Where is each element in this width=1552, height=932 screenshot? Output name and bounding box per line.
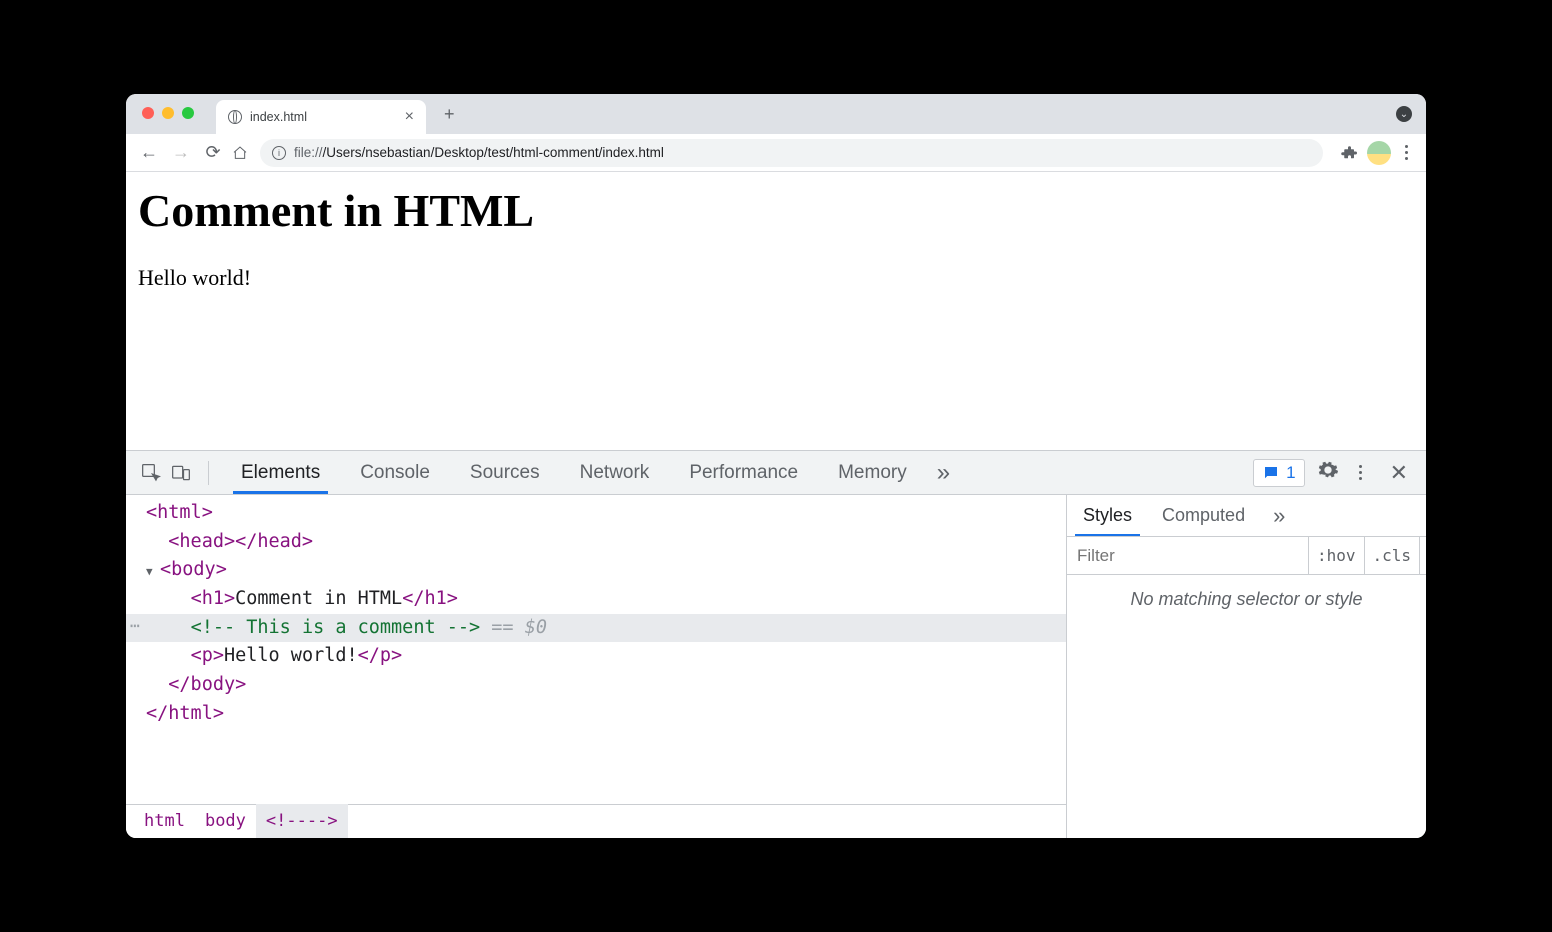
close-window-button[interactable] xyxy=(142,107,154,119)
dom-line[interactable]: <body> xyxy=(126,556,1066,585)
settings-icon[interactable] xyxy=(1317,459,1339,486)
minimize-window-button[interactable] xyxy=(162,107,174,119)
dom-line[interactable]: <h1>Comment in HTML</h1> xyxy=(126,585,1066,614)
tab-strip: index.html × + ⌄ xyxy=(126,94,1426,134)
profile-avatar[interactable] xyxy=(1367,141,1391,165)
window-controls xyxy=(142,107,194,119)
browser-tab[interactable]: index.html × xyxy=(216,100,426,134)
inspect-element-icon[interactable] xyxy=(136,458,166,488)
globe-icon xyxy=(228,110,242,124)
elements-panel: <html> <head></head> <body> <h1>Comment … xyxy=(126,495,1066,838)
tab-sources[interactable]: Sources xyxy=(450,451,560,494)
tab-title: index.html xyxy=(250,110,307,124)
cls-toggle[interactable]: .cls xyxy=(1364,537,1420,574)
issues-badge[interactable]: 1 xyxy=(1253,459,1304,487)
dom-tree[interactable]: <html> <head></head> <body> <h1>Comment … xyxy=(126,495,1066,804)
address-bar[interactable]: i file:///Users/nsebastian/Desktop/test/… xyxy=(260,139,1323,167)
forward-button[interactable] xyxy=(168,140,194,166)
reload-button[interactable] xyxy=(200,140,226,166)
crumb-comment[interactable]: <!--​--> xyxy=(256,804,348,838)
home-button[interactable] xyxy=(232,145,248,161)
browser-window: index.html × + ⌄ i file:///Users/nsebast… xyxy=(126,94,1426,838)
tab-computed[interactable]: Computed xyxy=(1154,495,1253,536)
device-toggle-icon[interactable] xyxy=(166,458,196,488)
page-paragraph: Hello world! xyxy=(138,265,1414,291)
tab-memory[interactable]: Memory xyxy=(818,451,927,494)
tab-styles[interactable]: Styles xyxy=(1075,495,1140,536)
new-tab-button[interactable]: + xyxy=(432,104,467,125)
page-content: Comment in HTML Hello world! xyxy=(126,172,1426,450)
dom-line[interactable]: <html> xyxy=(126,499,1066,528)
no-match-message: No matching selector or style xyxy=(1067,575,1426,624)
tab-elements[interactable]: Elements xyxy=(221,451,340,494)
tabs-dropdown-icon[interactable]: ⌄ xyxy=(1396,106,1412,122)
divider xyxy=(208,461,209,485)
tab-console[interactable]: Console xyxy=(340,451,450,494)
styles-tabbar: Styles Computed » xyxy=(1067,495,1426,537)
devtools-tabbar: Elements Console Sources Network Perform… xyxy=(126,451,1426,495)
back-button[interactable] xyxy=(136,140,162,166)
devtools-menu-button[interactable] xyxy=(1351,465,1370,480)
extensions-button[interactable] xyxy=(1335,140,1361,166)
url-text: file:///Users/nsebastian/Desktop/test/ht… xyxy=(294,145,664,160)
hov-toggle[interactable]: :hov xyxy=(1308,537,1364,574)
close-tab-button[interactable]: × xyxy=(405,108,414,126)
devtools-panel: Elements Console Sources Network Perform… xyxy=(126,450,1426,838)
dom-line[interactable]: <head></head> xyxy=(126,528,1066,557)
dom-line[interactable]: </body> xyxy=(126,671,1066,700)
styles-panel: Styles Computed » :hov .cls + No matchin… xyxy=(1066,495,1426,838)
styles-filterbar: :hov .cls + xyxy=(1067,537,1426,575)
devtools-close-button[interactable]: ✕ xyxy=(1382,460,1416,486)
more-styles-tabs-icon[interactable]: » xyxy=(1273,503,1285,529)
dom-line[interactable]: <p>Hello world!</p> xyxy=(126,642,1066,671)
dom-line[interactable]: </html> xyxy=(126,700,1066,729)
expand-caret-icon[interactable] xyxy=(146,556,160,585)
breadcrumb: html body <!--​--> xyxy=(126,804,1066,838)
maximize-window-button[interactable] xyxy=(182,107,194,119)
tab-network[interactable]: Network xyxy=(560,451,670,494)
crumb-html[interactable]: html xyxy=(134,804,195,838)
more-tabs-icon[interactable]: » xyxy=(927,459,960,487)
crumb-body[interactable]: body xyxy=(195,804,256,838)
new-style-button[interactable]: + xyxy=(1419,537,1426,574)
dom-line-selected[interactable]: <!-- This is a comment --> == $0 xyxy=(126,614,1066,643)
browser-menu-button[interactable] xyxy=(1397,145,1416,160)
issues-count: 1 xyxy=(1286,463,1295,483)
site-info-icon[interactable]: i xyxy=(272,146,286,160)
page-heading: Comment in HTML xyxy=(138,184,1414,237)
tab-performance[interactable]: Performance xyxy=(669,451,818,494)
devtools-body: <html> <head></head> <body> <h1>Comment … xyxy=(126,495,1426,838)
browser-toolbar: i file:///Users/nsebastian/Desktop/test/… xyxy=(126,134,1426,172)
styles-filter-input[interactable] xyxy=(1067,546,1308,566)
